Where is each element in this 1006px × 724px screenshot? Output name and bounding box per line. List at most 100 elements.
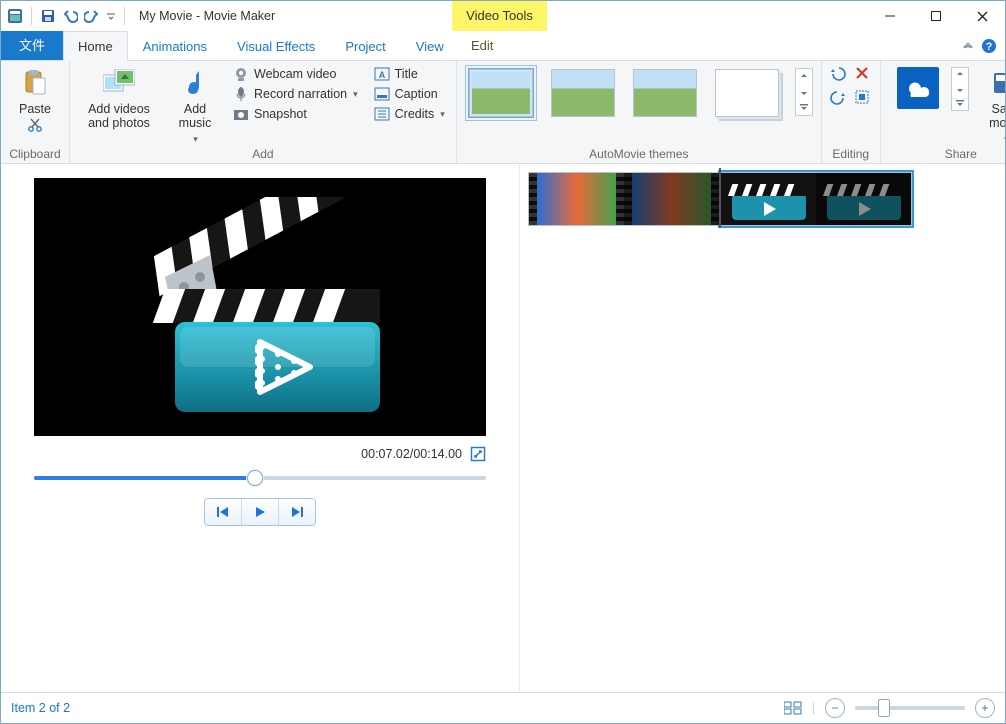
theme-4[interactable] bbox=[711, 65, 783, 121]
timeline-playhead[interactable] bbox=[719, 168, 721, 228]
caption-button[interactable]: Caption bbox=[371, 85, 448, 103]
chevron-down-icon: ▾ bbox=[353, 89, 358, 100]
credits-button[interactable]: Credits ▾ bbox=[371, 105, 448, 123]
title-label: Title bbox=[395, 67, 418, 81]
group-clipboard-label: Clipboard bbox=[9, 146, 61, 161]
qat-dropdown-icon[interactable] bbox=[106, 8, 116, 24]
close-button[interactable] bbox=[959, 1, 1005, 31]
preview-time-row: 00:07.02/00:14.00 bbox=[34, 446, 486, 462]
rotate-left-button[interactable] bbox=[830, 65, 848, 83]
zoom-out-button[interactable]: − bbox=[825, 698, 845, 718]
save-movie-label: Save movie bbox=[981, 102, 1006, 131]
onedrive-icon bbox=[897, 67, 939, 109]
group-automovie: AutoMovie themes bbox=[457, 61, 822, 163]
cut-button[interactable] bbox=[24, 116, 46, 134]
microphone-icon bbox=[233, 86, 249, 102]
title-icon: A bbox=[374, 66, 390, 82]
file-tab[interactable]: 文件 bbox=[1, 31, 63, 60]
title-button[interactable]: A Title bbox=[371, 65, 448, 83]
save-icon[interactable] bbox=[40, 8, 56, 24]
paste-button[interactable]: Paste bbox=[9, 65, 61, 118]
group-editing: Editing bbox=[822, 61, 881, 163]
group-share-label: Share bbox=[889, 146, 1006, 161]
webcam-video-label: Webcam video bbox=[254, 67, 336, 81]
group-add: Add videos and photos Add music ▾ Webcam… bbox=[70, 61, 457, 163]
chevron-down-icon: ▾ bbox=[440, 109, 445, 120]
snapshot-icon bbox=[233, 106, 249, 122]
status-bar: Item 2 of 2 | − + bbox=[1, 692, 1005, 723]
window-title: My Movie - Movie Maker bbox=[139, 9, 275, 23]
zoom-in-button[interactable]: + bbox=[975, 698, 995, 718]
share-more-button[interactable] bbox=[951, 67, 969, 111]
delete-button[interactable] bbox=[854, 65, 872, 83]
preview-scrubber[interactable] bbox=[34, 476, 486, 480]
collapse-ribbon-icon[interactable] bbox=[963, 31, 973, 60]
snapshot-label: Snapshot bbox=[254, 107, 307, 121]
zoom-slider[interactable] bbox=[855, 706, 965, 710]
playback-controls bbox=[204, 498, 316, 526]
save-movie-button[interactable]: Save movie▾ bbox=[979, 65, 1006, 146]
ribbon-tabs: 文件 Home Animations Visual Effects Projec… bbox=[1, 31, 1005, 61]
quick-access-toolbar bbox=[1, 1, 133, 31]
webcam-video-button[interactable]: Webcam video bbox=[230, 65, 361, 83]
maximize-button[interactable] bbox=[913, 1, 959, 31]
next-frame-button[interactable] bbox=[279, 499, 315, 525]
title-bar: My Movie - Movie Maker Video Tools bbox=[1, 1, 1005, 31]
music-note-icon bbox=[179, 67, 211, 99]
tab-animations[interactable]: Animations bbox=[128, 31, 222, 61]
undo-icon[interactable] bbox=[62, 8, 78, 24]
record-narration-button[interactable]: Record narration ▾ bbox=[230, 85, 361, 103]
help-icon[interactable]: ? bbox=[981, 31, 997, 60]
svg-text:?: ? bbox=[986, 41, 993, 53]
ribbon: Paste Clipboard Add videos and photos Ad bbox=[1, 61, 1005, 164]
preview-video[interactable] bbox=[34, 178, 486, 436]
paste-icon bbox=[19, 67, 51, 99]
select-all-button[interactable] bbox=[854, 89, 872, 107]
preview-pane: 00:07.02/00:14.00 bbox=[1, 164, 520, 692]
app-icon bbox=[7, 8, 23, 24]
redo-icon[interactable] bbox=[84, 8, 100, 24]
window-controls bbox=[867, 1, 1005, 31]
snapshot-button[interactable]: Snapshot bbox=[230, 105, 361, 123]
theme-2[interactable] bbox=[547, 65, 619, 121]
themes-more-button[interactable] bbox=[795, 68, 813, 116]
record-narration-label: Record narration bbox=[254, 87, 347, 101]
credits-label: Credits bbox=[395, 107, 435, 121]
group-editing-label: Editing bbox=[830, 146, 872, 161]
save-movie-icon bbox=[990, 67, 1006, 99]
add-videos-photos-button[interactable]: Add videos and photos bbox=[78, 65, 160, 133]
tab-visual-effects[interactable]: Visual Effects bbox=[222, 31, 330, 61]
add-text-stack: A Title Caption Credits ▾ bbox=[371, 65, 448, 123]
add-capture-stack: Webcam video Record narration ▾ Snapshot bbox=[230, 65, 361, 123]
time-display: 00:07.02/00:14.00 bbox=[361, 447, 462, 461]
theme-3[interactable] bbox=[629, 65, 701, 121]
group-automovie-label: AutoMovie themes bbox=[465, 146, 813, 161]
add-videos-photos-label: Add videos and photos bbox=[80, 102, 158, 131]
onedrive-button[interactable] bbox=[889, 65, 947, 111]
app-window: My Movie - Movie Maker Video Tools 文件 Ho… bbox=[0, 0, 1006, 724]
chevron-down-icon: ▾ bbox=[193, 134, 198, 144]
caption-icon bbox=[374, 86, 390, 102]
tab-home[interactable]: Home bbox=[63, 31, 128, 61]
tab-edit[interactable]: Edit bbox=[449, 31, 515, 60]
minimize-button[interactable] bbox=[867, 1, 913, 31]
add-music-button[interactable]: Add music ▾ bbox=[170, 65, 220, 146]
play-button[interactable] bbox=[242, 499, 279, 525]
context-tab-area: Video Tools bbox=[452, 1, 867, 31]
scissors-icon bbox=[27, 117, 43, 133]
timeline-pane[interactable] bbox=[520, 164, 1005, 692]
prev-frame-button[interactable] bbox=[205, 499, 242, 525]
tab-project[interactable]: Project bbox=[330, 31, 400, 61]
group-share: Save movie▾ Share bbox=[881, 61, 1006, 163]
group-add-label: Add bbox=[78, 146, 448, 161]
fullscreen-icon[interactable] bbox=[470, 446, 486, 462]
paste-label: Paste bbox=[19, 102, 51, 116]
thumbnails-view-icon[interactable] bbox=[784, 701, 802, 715]
theme-default[interactable] bbox=[465, 65, 537, 121]
timeline-clip-1[interactable] bbox=[528, 172, 720, 226]
rotate-right-button[interactable] bbox=[830, 89, 848, 107]
context-tab-video-tools[interactable]: Video Tools bbox=[452, 1, 547, 31]
credits-icon bbox=[374, 106, 390, 122]
add-music-label: Add music bbox=[172, 102, 218, 131]
timeline-clip-2[interactable] bbox=[720, 172, 912, 226]
